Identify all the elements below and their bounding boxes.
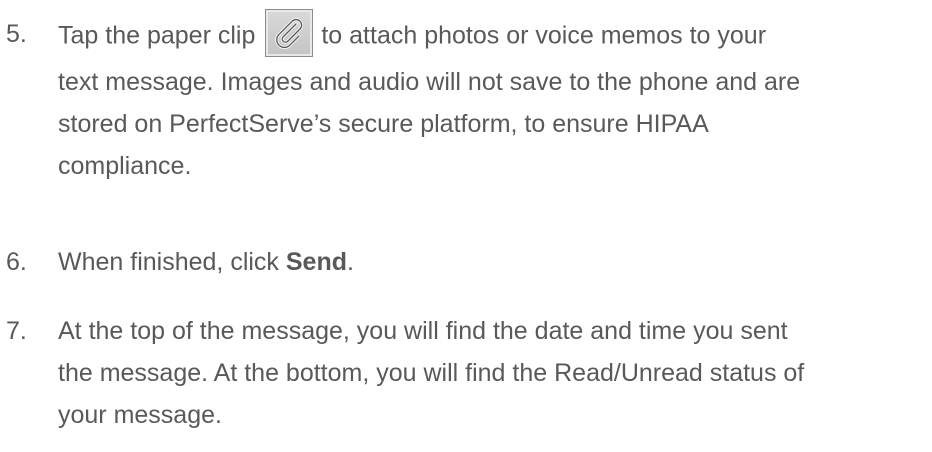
step-number: 7. bbox=[6, 317, 27, 345]
step-line: Tap the paper clip to attach photos or v… bbox=[58, 9, 926, 61]
step-line: compliance. bbox=[58, 152, 192, 180]
paperclip-icon bbox=[265, 9, 314, 57]
step-text: At the top of the message, you will find… bbox=[58, 310, 926, 436]
step-line: When finished, click Send. bbox=[58, 241, 926, 283]
step-text: When finished, click Send. bbox=[58, 241, 926, 283]
step-text: Tap the paper clip to attach photos or v… bbox=[58, 9, 926, 187]
instruction-list: 5. Tap the paper clip to attach photos o… bbox=[0, 0, 932, 452]
step-line: stored on PerfectServe’s secure platform… bbox=[58, 110, 709, 138]
step-line: text message. Images and audio will not … bbox=[58, 68, 801, 96]
step-number: 5. bbox=[6, 20, 27, 48]
step-line: your message. bbox=[58, 401, 222, 429]
step-line: At the top of the message, you will find… bbox=[58, 317, 788, 345]
step-text-before-bold: When finished, click bbox=[58, 248, 286, 276]
step-text-after-icon: to attach photos or voice memos to your bbox=[321, 21, 767, 50]
step-number: 6. bbox=[6, 248, 27, 276]
step-text-before-icon: Tap the paper clip bbox=[58, 21, 256, 50]
step-line: the message. At the bottom, you will fin… bbox=[58, 359, 805, 387]
step-text-after-bold: . bbox=[347, 248, 354, 276]
send-label: Send bbox=[285, 248, 347, 276]
